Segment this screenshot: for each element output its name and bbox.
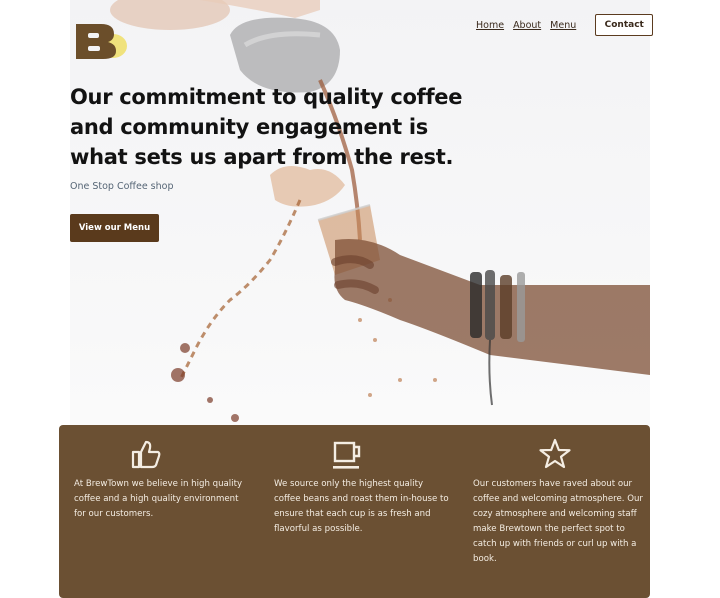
star-icon xyxy=(539,438,571,469)
features-section: At BrewTown we believe in high quality c… xyxy=(59,425,650,598)
contact-button[interactable]: Contact xyxy=(595,14,654,36)
view-menu-button[interactable]: View our Menu xyxy=(70,214,159,242)
coffee-pour-illustration xyxy=(110,0,650,422)
thumbs-up-icon xyxy=(131,440,161,469)
hero-headline: Our commitment to quality coffee and com… xyxy=(70,85,463,169)
feature-text: We source only the highest quality coffe… xyxy=(274,479,449,534)
feature-text: Our customers have raved about our coffe… xyxy=(473,479,643,564)
nav-link-menu[interactable]: Menu xyxy=(550,20,576,31)
hero-subtitle: One Stop Coffee shop xyxy=(70,181,174,192)
nav-link-home[interactable]: Home xyxy=(476,20,504,31)
coffee-cup-icon xyxy=(333,441,361,469)
feature-text: At BrewTown we believe in high quality c… xyxy=(74,479,243,519)
nav-link-about[interactable]: About xyxy=(513,20,541,31)
hero-image xyxy=(70,0,650,425)
brewtown-logo[interactable] xyxy=(73,20,129,62)
main-nav: Home About Menu Contact xyxy=(476,14,654,36)
